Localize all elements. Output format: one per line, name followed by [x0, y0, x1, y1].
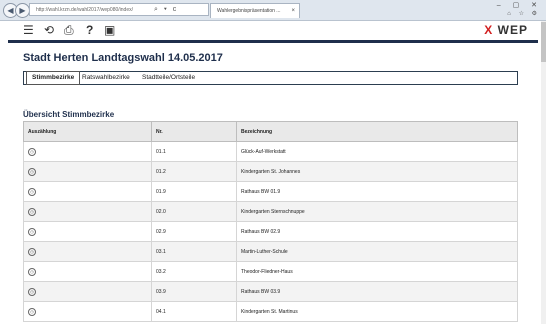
- name-cell[interactable]: Rathaus BW 02.9: [236, 221, 518, 242]
- nr-cell: 01.1: [151, 141, 237, 162]
- table-row[interactable]: ◷ 03.2 Theodor-Fliedner-Haus: [23, 261, 518, 282]
- stimmbezirke-table: Auszählung Nr. Bezeichnung ◷ 01.1 Glück-…: [23, 121, 518, 322]
- table-row[interactable]: ◷ 02.9 Rathaus BW 02.9: [23, 221, 518, 242]
- address-bar-icons[interactable]: ⌕ ▾ c: [154, 3, 178, 16]
- status-cell: ◷: [23, 141, 152, 162]
- table-row[interactable]: ◷ 03.9 Rathaus BW 03.9: [23, 281, 518, 302]
- status-cell: ◷: [23, 301, 152, 322]
- view-tabs: Stimmbezirke Ratswahlbezirke Stadtteile/…: [23, 71, 518, 85]
- app-toolbar: ☰ ⟲ ⎙ ? ▣ X WEP: [0, 21, 546, 40]
- table-row[interactable]: ◷ 01.9 Rathaus BW 01.9: [23, 181, 518, 202]
- nr-cell: 03.1: [151, 241, 237, 262]
- clock-icon: ◷: [28, 167, 36, 176]
- header-separator: [8, 40, 538, 43]
- clock-icon: ◷: [28, 227, 36, 236]
- page-scrollbar[interactable]: [541, 21, 546, 324]
- status-cell: ◷: [23, 261, 152, 282]
- table-row[interactable]: ◷ 01.2 Kindergarten St. Johannes: [23, 161, 518, 182]
- browser-chrome: ◀ ▶ http://wahl.krzn.de/wahl2017/wep080/…: [0, 0, 546, 21]
- nr-cell: 02.9: [151, 221, 237, 242]
- column-header-auszaehlung[interactable]: Auszählung: [23, 121, 152, 142]
- status-cell: ◷: [23, 181, 152, 202]
- window-controls[interactable]: – ▢ ✕: [497, 1, 542, 9]
- logo-text: WEP: [497, 23, 528, 37]
- nr-cell: 01.9: [151, 181, 237, 202]
- table-row[interactable]: ◷ 03.1 Martin-Luther-Schule: [23, 241, 518, 262]
- clock-icon: ◷: [28, 147, 36, 156]
- help-icon[interactable]: ?: [86, 24, 93, 37]
- name-cell[interactable]: Theodor-Fliedner-Haus: [236, 261, 518, 282]
- forward-button[interactable]: ▶: [15, 3, 30, 18]
- table-row[interactable]: ◷ 01.1 Glück-Auf-Werkstatt: [23, 141, 518, 162]
- page-title: Stadt Herten Landtagswahl 14.05.2017: [23, 52, 223, 64]
- clock-icon: ◷: [28, 207, 36, 216]
- column-header-nr[interactable]: Nr.: [151, 121, 237, 142]
- status-cell: ◷: [23, 161, 152, 182]
- clock-icon: ◷: [28, 267, 36, 276]
- display-icon[interactable]: ▣: [104, 24, 115, 37]
- menu-icon[interactable]: ☰: [23, 24, 34, 37]
- wep-logo: X WEP: [484, 23, 528, 37]
- status-cell: ◷: [23, 221, 152, 242]
- refresh-icon[interactable]: ⟲: [44, 24, 54, 37]
- logo-mark: X: [484, 23, 494, 37]
- tab-ratswahlbezirke[interactable]: Ratswahlbezirke: [82, 72, 130, 84]
- table-row[interactable]: ◷ 02.0 Kindergarten Sternschnuppe: [23, 201, 518, 222]
- nr-cell: 04.1: [151, 301, 237, 322]
- name-cell[interactable]: Glück-Auf-Werkstatt: [236, 141, 518, 162]
- clock-icon: ◷: [28, 307, 36, 316]
- address-bar[interactable]: http://wahl.krzn.de/wahl2017/wep080/inde…: [29, 3, 209, 16]
- table-row[interactable]: ◷ 04.1 Kindergarten St. Martinus: [23, 301, 518, 322]
- column-header-bezeichnung[interactable]: Bezeichnung: [236, 121, 518, 142]
- clock-icon: ◷: [28, 247, 36, 256]
- table-header-row: Auszählung Nr. Bezeichnung: [23, 121, 518, 142]
- print-icon[interactable]: ⎙: [64, 24, 74, 37]
- scrollbar-thumb[interactable]: [541, 22, 546, 62]
- clock-icon: ◷: [28, 287, 36, 296]
- name-cell[interactable]: Kindergarten Sternschnuppe: [236, 201, 518, 222]
- status-cell: ◷: [23, 281, 152, 302]
- name-cell[interactable]: Rathaus BW 01.9: [236, 181, 518, 202]
- clock-icon: ◷: [28, 187, 36, 196]
- name-cell[interactable]: Rathaus BW 03.9: [236, 281, 518, 302]
- tab-stadtteile[interactable]: Stadtteile/Ortsteile: [142, 72, 195, 84]
- tab-stimmbezirke[interactable]: Stimmbezirke: [26, 71, 81, 85]
- browser-toolbar-icons[interactable]: ⌂ ☆ ⚙: [507, 10, 540, 17]
- nr-cell: 01.2: [151, 161, 237, 182]
- nr-cell: 03.9: [151, 281, 237, 302]
- browser-tab-title: Wahlergebnispräsentation ...: [217, 8, 281, 14]
- tab-close-icon[interactable]: ×: [291, 4, 295, 19]
- name-cell[interactable]: Martin-Luther-Schule: [236, 241, 518, 262]
- name-cell[interactable]: Kindergarten St. Johannes: [236, 161, 518, 182]
- name-cell[interactable]: Kindergarten St. Martinus: [236, 301, 518, 322]
- section-title: Übersicht Stimmbezirke: [23, 110, 115, 119]
- browser-tab[interactable]: Wahlergebnispräsentation ... ×: [210, 3, 300, 18]
- status-cell: ◷: [23, 241, 152, 262]
- status-cell: ◷: [23, 201, 152, 222]
- nr-cell: 03.2: [151, 261, 237, 282]
- nr-cell: 02.0: [151, 201, 237, 222]
